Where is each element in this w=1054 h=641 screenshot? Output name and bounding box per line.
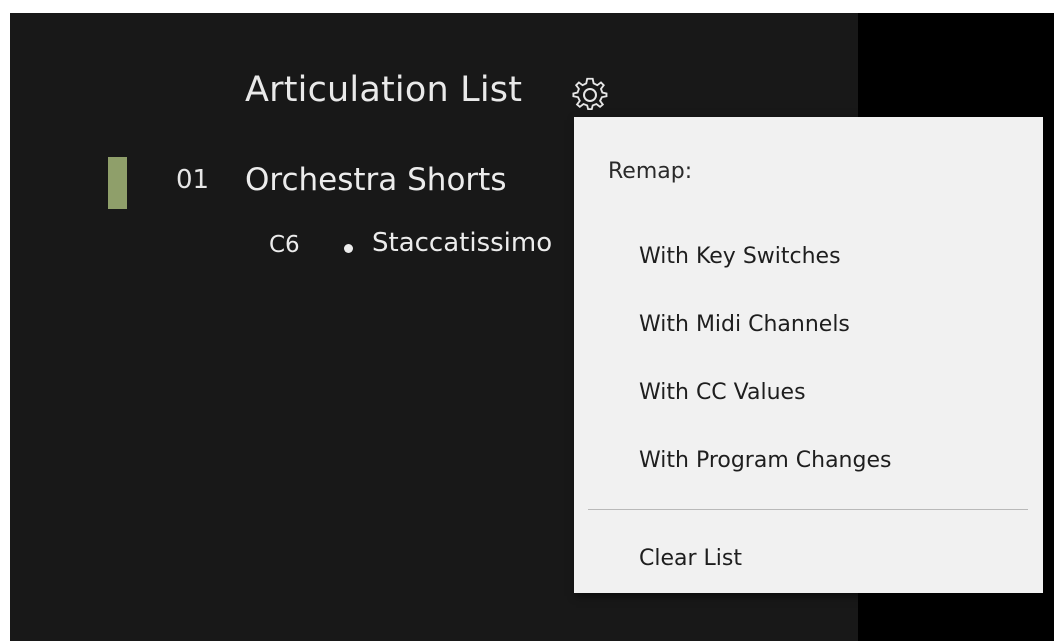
menu-header-remap: Remap: [608, 159, 693, 184]
bullet-icon [344, 244, 353, 253]
articulation-key: C6 [269, 232, 300, 258]
menu-item-label: Clear List [639, 546, 742, 571]
articulation-name: Staccatissimo [372, 228, 553, 258]
menu-divider [588, 509, 1028, 510]
menu-item-label: With Program Changes [639, 448, 892, 473]
remap-context-menu: Remap: With Key Switches With Midi Chann… [574, 117, 1043, 593]
group-name[interactable]: Orchestra Shorts [245, 162, 506, 198]
menu-item-midi-channels[interactable]: With Midi Channels [574, 295, 1043, 351]
menu-item-clear-list[interactable]: Clear List [574, 529, 1043, 585]
menu-item-label: With CC Values [639, 380, 806, 405]
menu-item-key-switches[interactable]: With Key Switches [574, 227, 1043, 283]
gear-icon[interactable] [572, 76, 608, 112]
screen: Articulation List 01 Orchestra Shorts C6… [0, 0, 1054, 641]
menu-item-label: With Key Switches [639, 244, 841, 269]
group-number: 01 [176, 165, 210, 195]
articulation-list-title: Articulation List [245, 70, 523, 110]
menu-item-program-changes[interactable]: With Program Changes [574, 431, 1043, 487]
menu-item-cc-values[interactable]: With CC Values [574, 363, 1043, 419]
menu-item-label: With Midi Channels [639, 312, 850, 337]
group-color-bar [108, 157, 127, 209]
